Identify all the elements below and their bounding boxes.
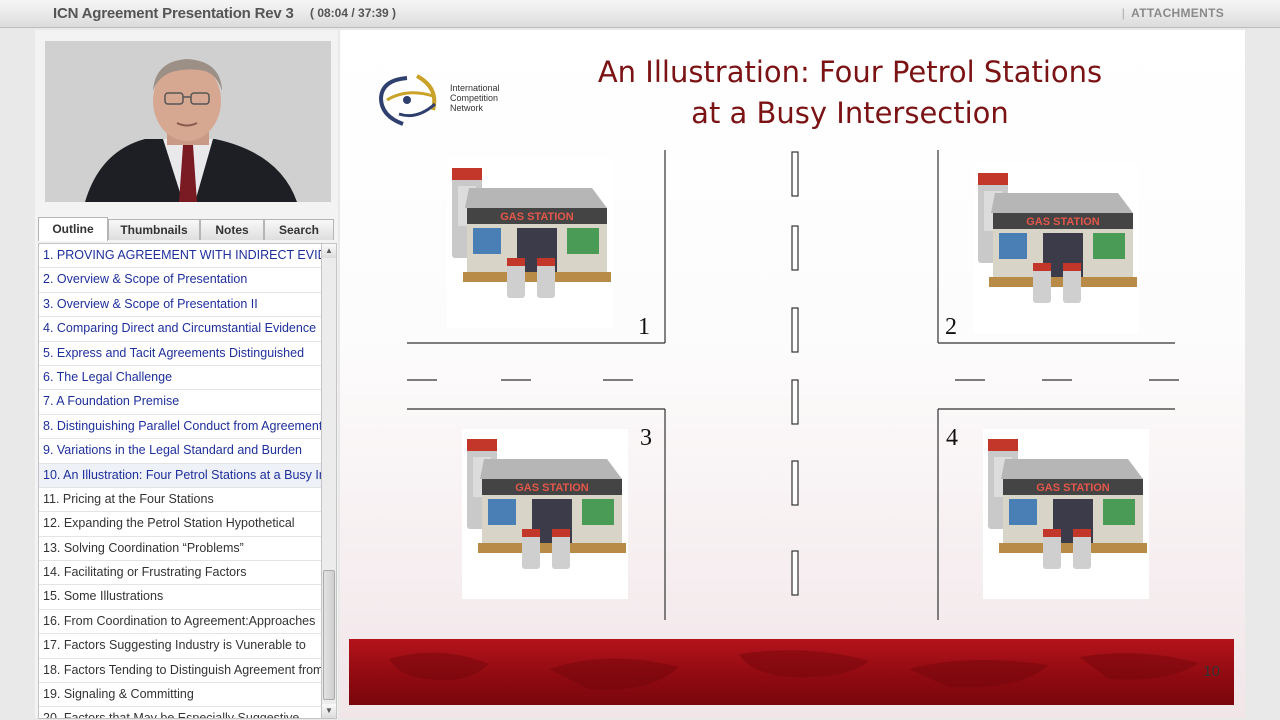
gas-station-sign: GAS STATION [1036,482,1110,494]
gas-station-3-image: GAS STATION [462,429,628,599]
outline-list: 1. PROVING AGREEMENT WITH INDIRECT EVIDE… [38,243,322,719]
outline-item[interactable]: 8. Distinguishing Parallel Conduct from … [39,415,321,440]
station-label-3: 3 [640,425,652,451]
slide-canvas: International Competition Network An Ill… [340,30,1245,718]
outline-item[interactable]: 15. Some Illustrations [39,585,321,610]
outline-item[interactable]: 10. An Illustration: Four Petrol Station… [39,463,321,488]
scroll-up-icon[interactable]: ▲ [322,244,336,258]
station-label-2: 2 [945,314,957,340]
world-map-texture [389,650,1199,690]
outline-item[interactable]: 12. Expanding the Petrol Station Hypothe… [39,512,321,537]
outline-item[interactable]: 19. Signaling & Committing [39,683,321,708]
outline-item[interactable]: 9. Variations in the Legal Standard and … [39,439,321,464]
outline-item[interactable]: 2. Overview & Scope of Presentation [39,268,321,293]
outline-item[interactable]: 4. Comparing Direct and Circumstantial E… [39,317,321,342]
sidebar-tabs: Outline Thumbnails Notes Search [38,217,334,241]
outline-item[interactable]: 13. Solving Coordination “Problems” [39,537,321,562]
title-bar: ICN Agreement Presentation Rev 3 ( 08:04… [0,0,1280,28]
gas-station-sign: GAS STATION [515,482,589,494]
outline-item[interactable]: 20. Factors that May be Especially Sugge… [39,707,321,718]
slide-page-number: 10 [1203,663,1220,680]
tab-notes[interactable]: Notes [200,219,264,240]
attachments-button[interactable]: | ATTACHMENTS [1122,6,1224,20]
attachments-label: ATTACHMENTS [1131,6,1224,20]
playback-time: ( 08:04 / 37:39 ) [310,6,397,20]
gas-station-icon: GAS STATION [988,439,1147,569]
tab-search[interactable]: Search [264,219,334,240]
gas-station-sign: GAS STATION [1026,216,1100,228]
station-label-1: 1 [638,314,650,340]
sidebar: Outline Thumbnails Notes Search 1. PROVI… [35,30,338,719]
tab-outline[interactable]: Outline [38,217,108,241]
gas-station-2-image: GAS STATION [973,163,1139,333]
outline-item[interactable]: 5. Express and Tacit Agreements Distingu… [39,342,321,366]
outline-item[interactable]: 6. The Legal Challenge [39,366,321,391]
outline-item[interactable]: 16. From Coordination to Agreement:Appro… [39,610,321,635]
gas-station-1-image: GAS STATION [447,158,613,328]
gas-station-icon: GAS STATION [452,168,611,298]
scroll-thumb[interactable] [323,570,335,700]
gas-station-4-image: GAS STATION [983,429,1149,599]
gas-station-icon: GAS STATION [467,439,626,569]
gas-station-icon: GAS STATION [978,173,1137,303]
outline-item[interactable]: 17. Factors Suggesting Industry is Vuner… [39,634,321,659]
outline-item[interactable]: 1. PROVING AGREEMENT WITH INDIRECT EVIDE… [39,244,321,269]
outline-item[interactable]: 7. A Foundation Premise [39,390,321,415]
outline-item[interactable]: 14. Facilitating or Frustrating Factors [39,561,321,586]
scroll-down-icon[interactable]: ▼ [322,704,336,718]
presenter-video [45,41,331,202]
outline-item[interactable]: 11. Pricing at the Four Stations [39,488,321,513]
tab-thumbnails[interactable]: Thumbnails [108,219,200,240]
outline-item[interactable]: 3. Overview & Scope of Presentation II [39,293,321,318]
outline-item[interactable]: 18. Factors Tending to Distinguish Agree… [39,659,321,684]
presenter-video-frame [45,41,331,202]
outline-scrollbar[interactable]: ▲ ▼ [321,243,337,719]
gas-station-sign: GAS STATION [500,211,574,223]
station-label-4: 4 [946,425,958,451]
slide-footer-band: 10 [349,639,1234,705]
presentation-title: ICN Agreement Presentation Rev 3 [53,5,294,22]
